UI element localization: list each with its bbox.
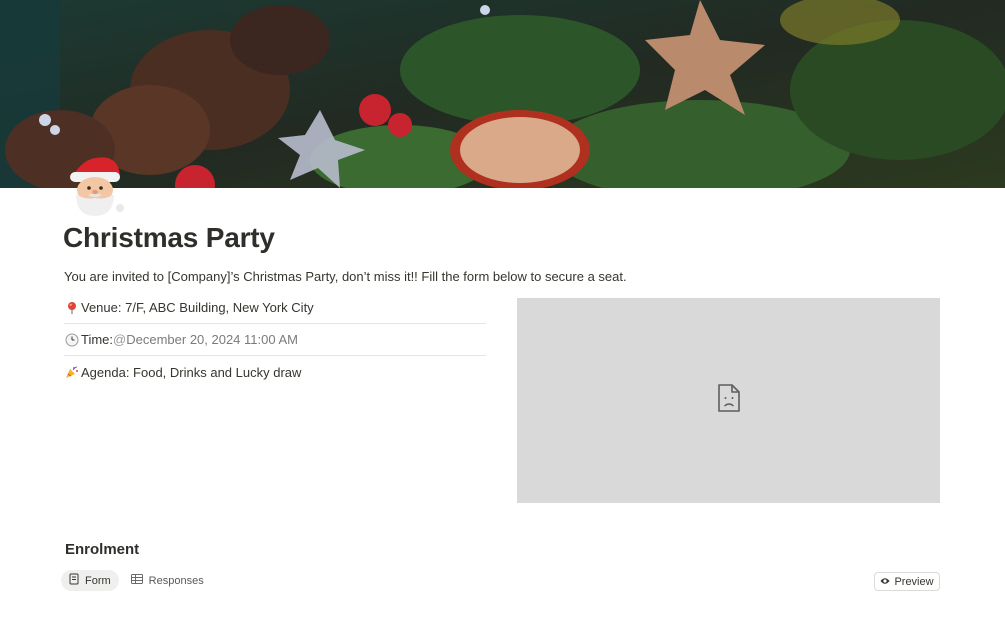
page-title: Christmas Party (63, 222, 275, 253)
event-details: Venue: 7/F, ABC Building, New York City … (64, 292, 486, 388)
eye-icon (880, 576, 890, 588)
santa-icon[interactable] (64, 150, 130, 220)
round-pushpin-icon (64, 300, 80, 316)
party-popper-icon (64, 364, 80, 380)
tab-form[interactable]: Form (61, 570, 119, 591)
tab-responses[interactable]: Responses (123, 570, 212, 591)
time-label: Time: (81, 332, 114, 347)
view-tabs: Form Responses (61, 570, 212, 591)
venue-text: Venue: 7/F, ABC Building, New York City (81, 300, 314, 315)
enrolment-heading: Enrolment (65, 541, 140, 558)
agenda-text: Agenda: Food, Drinks and Lucky draw (81, 364, 302, 380)
tab-responses-label: Responses (148, 574, 204, 587)
tab-form-label: Form (85, 574, 111, 587)
embed-placeholder[interactable] (517, 298, 940, 503)
mention-at: @ (113, 332, 127, 347)
clock-icon (64, 332, 80, 348)
table-icon (130, 574, 143, 587)
date-mention[interactable]: December 20, 2024 11:00 AM (126, 332, 298, 347)
preview-button[interactable]: Preview (874, 572, 940, 591)
venue-row: Venue: 7/F, ABC Building, New York City (64, 292, 486, 324)
agenda-row: Agenda: Food, Drinks and Lucky draw (64, 356, 486, 388)
intro-text: You are invited to [Company]’s Christmas… (64, 269, 627, 284)
broken-file-icon (717, 383, 741, 418)
time-row: Time: @ December 20, 2024 11:00 AM (64, 324, 486, 356)
cover-image (0, 0, 1005, 188)
form-icon (69, 573, 79, 588)
preview-label: Preview (894, 575, 934, 588)
